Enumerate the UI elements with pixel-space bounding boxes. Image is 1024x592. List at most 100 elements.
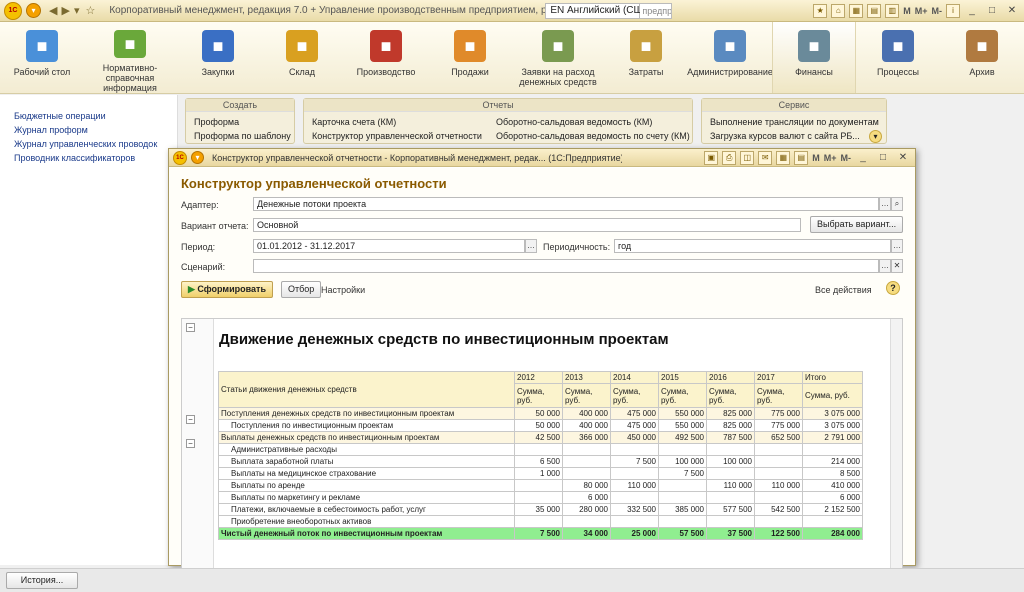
window-maximize-icon[interactable]: □	[875, 151, 891, 165]
all-actions-menu[interactable]: Все действия	[815, 285, 872, 295]
table-row: Платежи, включаемые в себестоимость рабо…	[218, 503, 863, 516]
section-desk[interactable]: ■ Рабочий стол	[0, 22, 84, 93]
section-forklift[interactable]: ■ Склад	[260, 22, 344, 93]
back-icon[interactable]: ◀	[49, 4, 57, 17]
main-menu-icon[interactable]: ▾	[26, 3, 41, 18]
calculator-icon[interactable]: ▤	[794, 150, 809, 165]
scenario-field[interactable]	[253, 259, 879, 273]
print-icon[interactable]: ⎙	[722, 150, 737, 165]
section-calculator[interactable]: ■ Финансы	[772, 22, 856, 93]
mail-icon[interactable]: ✉	[758, 150, 773, 165]
language-selector[interactable]: EN Английский (США)	[545, 2, 653, 19]
preview-icon[interactable]: ◫	[740, 150, 755, 165]
create-proforma-template-link[interactable]: Проформа по шаблону	[194, 131, 291, 141]
nav-classifier-explorer[interactable]: Проводник классификаторов	[14, 151, 177, 165]
memory-plus-button[interactable]: M+	[824, 153, 837, 163]
help-icon[interactable]: ?	[886, 281, 900, 295]
value-cell: 3 075 000	[802, 419, 863, 432]
window-logo-icon[interactable]: 1С	[173, 150, 187, 165]
collapse-group-icon[interactable]: −	[186, 439, 195, 448]
value-cell	[658, 479, 707, 492]
section-flowchart[interactable]: ■ Процессы	[856, 22, 940, 93]
translation-link[interactable]: Выполнение трансляции по документам	[710, 117, 879, 127]
reports-panel-header: Отчеты	[304, 99, 692, 112]
report-constructor-link[interactable]: Конструктор управленческой отчетности	[312, 131, 482, 141]
section-binders[interactable]: ■ Нормативно-справочная информация	[84, 22, 176, 93]
account-trial-balance-link[interactable]: Оборотно-сальдовая ведомость по счету (К…	[496, 131, 690, 141]
play-icon: ▶	[188, 284, 198, 294]
section-truck[interactable]: ■ Закупки	[176, 22, 260, 93]
section-server[interactable]: ■ Администрирование	[687, 22, 773, 93]
value-cell: 1 000	[514, 467, 563, 480]
notes-icon[interactable]: ▥	[885, 3, 900, 18]
save-icon[interactable]: ▣	[704, 150, 719, 165]
table-row: Выплаты на медицинское страхование 1 000 7…	[218, 467, 863, 480]
memory-m-button[interactable]: M	[903, 6, 911, 16]
window-close-icon[interactable]: ✕	[895, 151, 911, 165]
nav-proforma-journal[interactable]: Журнал проформ	[14, 123, 177, 137]
collapse-all-icon[interactable]: −	[186, 323, 195, 332]
variant-field[interactable]: Основной	[253, 218, 801, 232]
memory-minus-button[interactable]: M-	[932, 6, 943, 16]
periodicity-field[interactable]: год	[614, 239, 891, 253]
period-select-button[interactable]: …	[525, 239, 537, 253]
periodicity-select-button[interactable]: …	[891, 239, 903, 253]
vertical-scrollbar[interactable]	[890, 319, 902, 577]
filter-button[interactable]: Отбор	[281, 281, 322, 298]
scenario-label: Сценарий:	[181, 262, 226, 272]
1c-logo-icon[interactable]: 1С	[4, 1, 22, 20]
adapter-search-icon[interactable]: ⌕	[891, 197, 903, 211]
section-archive[interactable]: ■ Архив	[940, 22, 1024, 93]
section-factory[interactable]: ■ Производство	[344, 22, 428, 93]
memory-m-button[interactable]: M	[812, 153, 820, 163]
memory-minus-button[interactable]: M-	[841, 153, 852, 163]
nav-budget-operations[interactable]: Бюджетные операции	[14, 109, 177, 123]
generate-button[interactable]: ▶ Сформировать	[181, 281, 273, 298]
value-cell: 400 000	[562, 407, 611, 420]
value-cell	[706, 515, 755, 528]
period-field[interactable]: 01.01.2012 - 31.12.2017	[253, 239, 525, 253]
scenario-select-button[interactable]: …	[879, 259, 891, 273]
value-cell: 577 500	[706, 503, 755, 516]
create-proforma-link[interactable]: Проформа	[194, 117, 239, 127]
close-icon[interactable]: ✕	[1004, 4, 1020, 18]
maximize-icon[interactable]: □	[984, 4, 1000, 18]
info-icon[interactable]: i	[946, 3, 960, 18]
currency-rates-link[interactable]: Загрузка курсов валют с сайта РБ...	[710, 131, 860, 141]
favorites-star-icon[interactable]: ☆	[85, 4, 95, 17]
home-icon[interactable]: ⌂	[831, 3, 846, 18]
calendar-icon[interactable]: ▦	[776, 150, 791, 165]
memory-plus-button[interactable]: M+	[915, 6, 928, 16]
window-minimize-icon[interactable]: _	[855, 151, 871, 165]
favorites-icon[interactable]: ★	[813, 3, 828, 18]
trial-balance-link[interactable]: Оборотно-сальдовая ведомость (КМ)	[496, 117, 652, 127]
minimize-icon[interactable]: _	[964, 4, 980, 18]
value-cell	[754, 455, 803, 468]
section-delivery[interactable]: ■ Продажи	[428, 22, 512, 93]
window-menu-icon[interactable]: ▾	[191, 151, 204, 164]
account-card-link[interactable]: Карточка счета (КМ)	[312, 117, 396, 127]
value-cell: 6 000	[562, 491, 611, 504]
value-cell	[514, 491, 563, 504]
section-clipboard[interactable]: ■ Заявки на расход денежных средств	[512, 22, 604, 93]
section-label: Заявки на расход денежных средств	[519, 67, 597, 87]
history-dropdown-icon[interactable]: ▾	[74, 4, 80, 17]
scenario-clear-icon[interactable]: ✕	[891, 259, 903, 273]
calculator-icon[interactable]: ▤	[867, 3, 882, 18]
nav-management-entries-journal[interactable]: Журнал управленческих проводок	[14, 137, 177, 151]
year-header: 2017	[754, 371, 803, 384]
adapter-select-button[interactable]: …	[879, 197, 891, 211]
value-cell: 2 152 500	[802, 503, 863, 516]
table-row: Выплаты по аренде 80 000 110 000 110 000 110…	[218, 479, 863, 492]
collapse-group-icon[interactable]: −	[186, 415, 195, 424]
expand-panel-icon[interactable]: ▾	[869, 130, 882, 143]
calendar-icon[interactable]: ▦	[849, 3, 864, 18]
value-cell	[754, 467, 803, 480]
settings-button[interactable]: Настройки	[321, 285, 365, 295]
section-coins[interactable]: ■ Затраты	[604, 22, 688, 93]
choose-variant-button[interactable]: Выбрать вариант...	[810, 216, 904, 233]
adapter-field[interactable]: Денежные потоки проекта	[253, 197, 879, 211]
value-cell	[562, 467, 611, 480]
history-button[interactable]: История...	[6, 572, 78, 589]
forward-icon[interactable]: ▶	[61, 4, 69, 17]
